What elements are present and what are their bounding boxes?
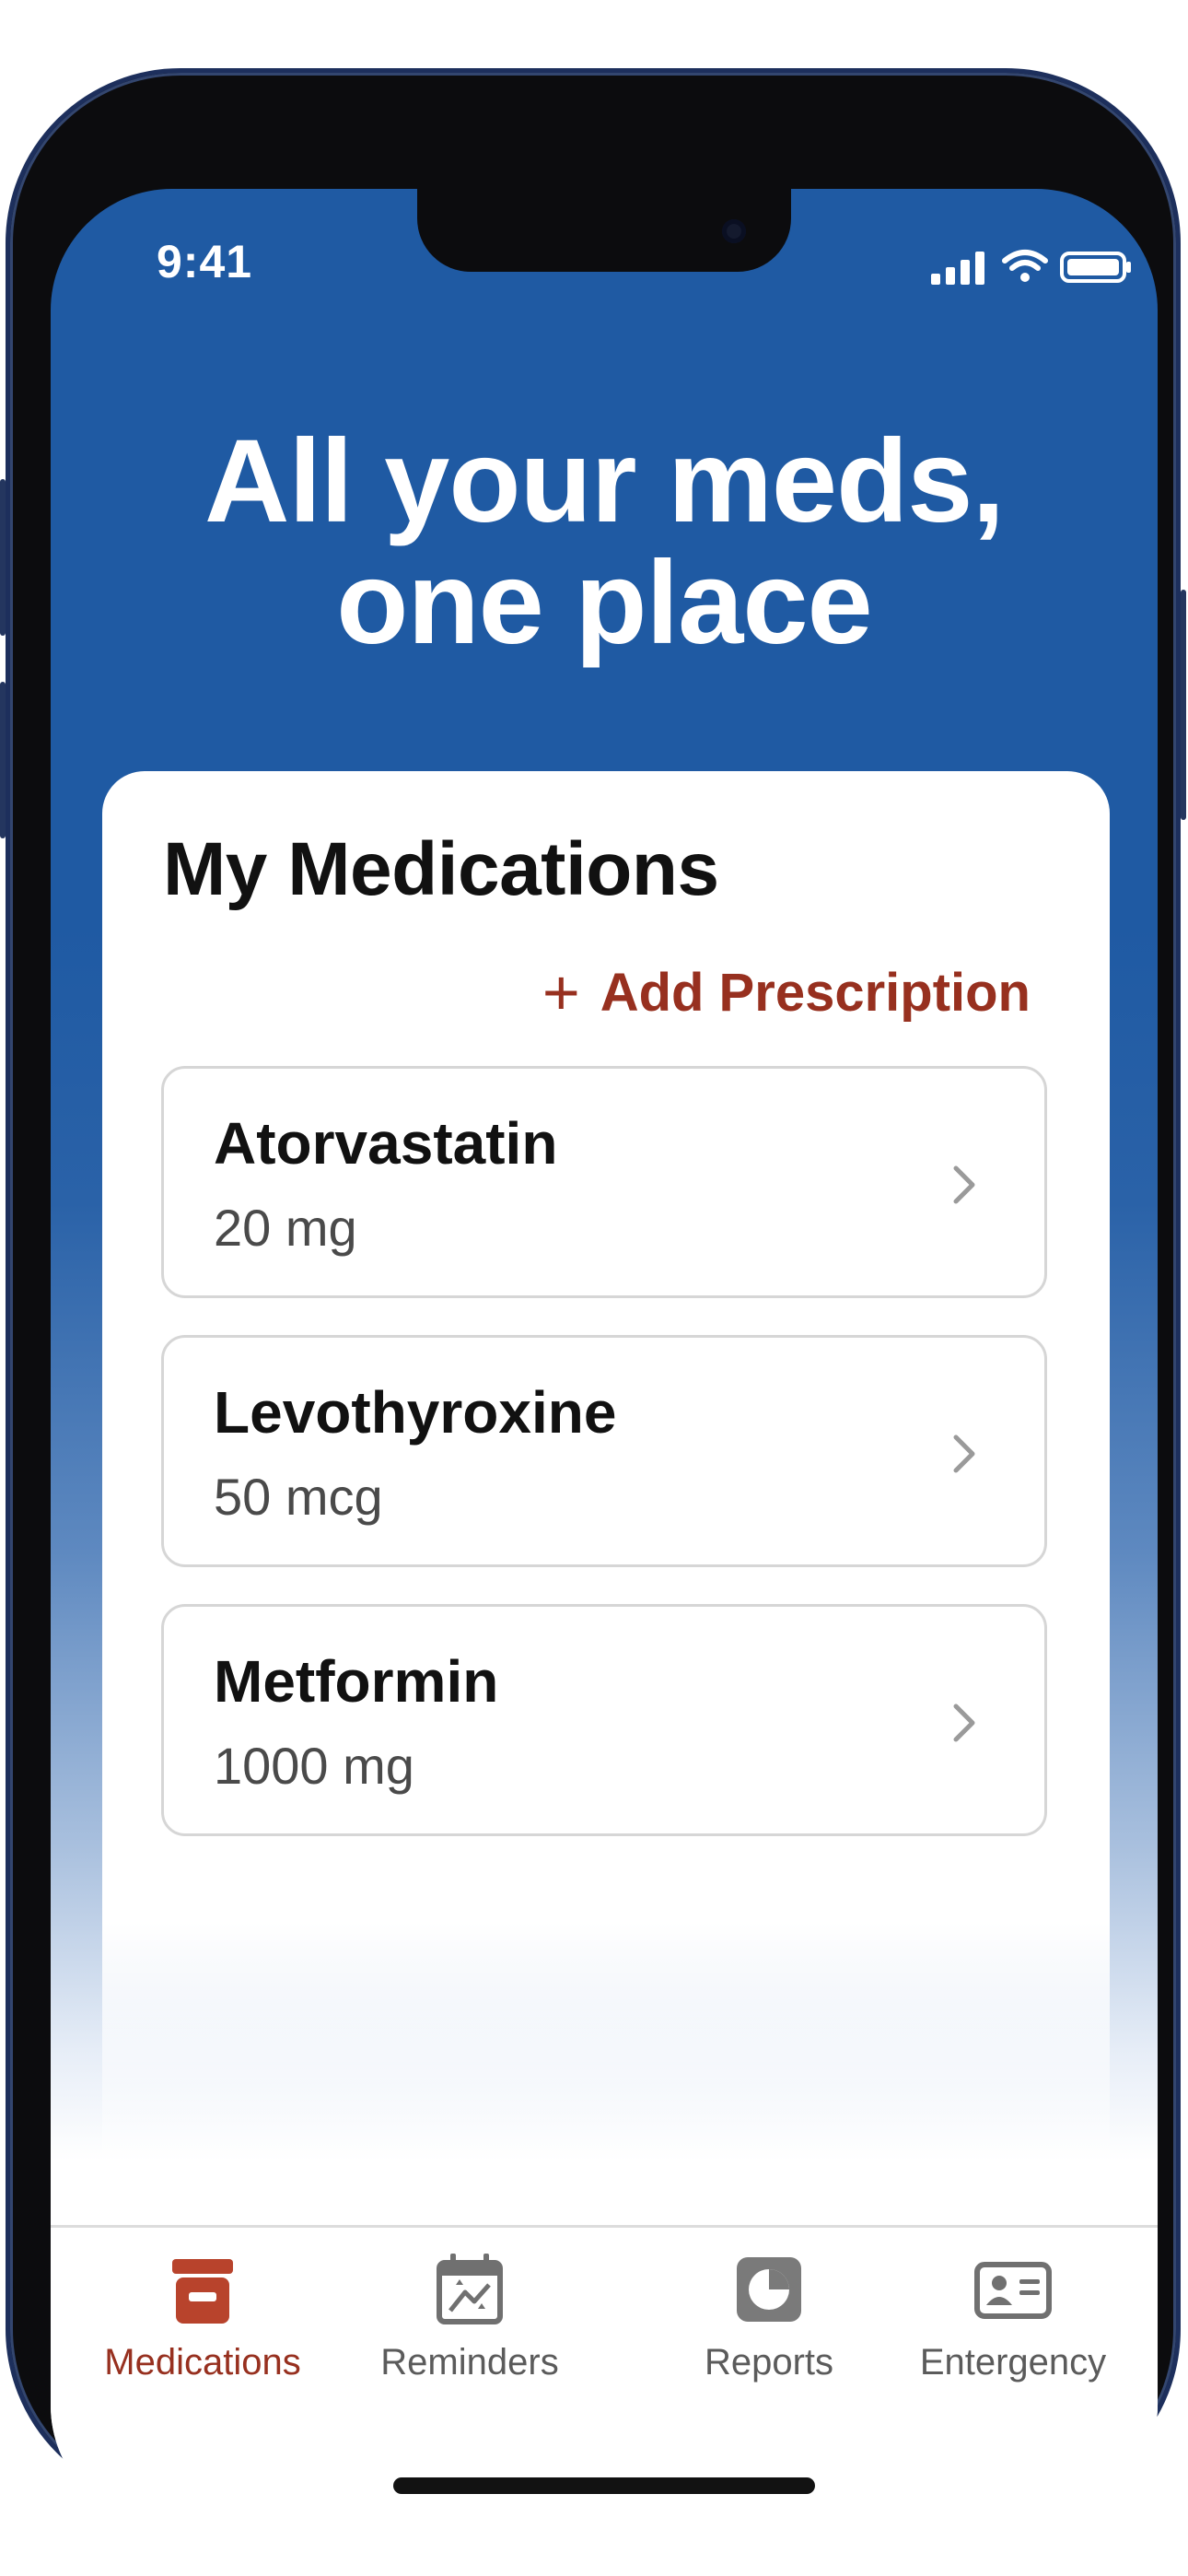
app-screen: 9:41 All your meds, one place My Medicat… xyxy=(51,189,1158,2527)
chevron-right-icon xyxy=(953,1704,975,1742)
hero-headline-line2: one place xyxy=(336,537,872,669)
medication-dose: 1000 mg xyxy=(214,1737,414,1795)
calendar-icon xyxy=(437,2254,503,2324)
power-button xyxy=(1181,590,1186,820)
id-card-icon xyxy=(974,2262,1052,2319)
notch xyxy=(417,189,791,272)
add-prescription-label: Add Prescription xyxy=(600,962,1031,1023)
cellular-signal-icon xyxy=(931,252,984,285)
hero-headline-line1: All your meds, xyxy=(204,416,1005,547)
chevron-right-icon xyxy=(953,1434,975,1473)
tab-reports[interactable]: Reports xyxy=(677,2248,861,2386)
chevron-right-icon xyxy=(953,1165,975,1204)
phone-frame: 9:41 All your meds, one place My Medicat… xyxy=(6,68,1181,2527)
status-icons xyxy=(889,244,1131,290)
medication-item-atorvastatin[interactable]: Atorvastatin 20 mg xyxy=(161,1066,1047,1298)
hero-headline: All your meds, one place xyxy=(51,421,1158,664)
tab-entergency[interactable]: Entergency xyxy=(907,2248,1119,2386)
medication-list: Atorvastatin 20 mg Levothyroxine 50 mcg xyxy=(161,1066,1047,1873)
add-prescription-button[interactable]: + Add Prescription xyxy=(542,955,1031,1029)
medications-card: My Medications + Add Prescription Atorva… xyxy=(102,771,1110,2245)
tab-reminders[interactable]: Reminders xyxy=(364,2248,576,2386)
tab-reminders-label: Reminders xyxy=(380,2342,559,2383)
tab-medications-label: Medications xyxy=(104,2342,301,2383)
home-indicator[interactable] xyxy=(393,2477,815,2494)
card-title: My Medications xyxy=(163,827,719,911)
pie-chart-icon xyxy=(737,2257,801,2322)
medication-item-metformin[interactable]: Metformin 1000 mg xyxy=(161,1604,1047,1836)
medication-dose: 20 mg xyxy=(214,1199,357,1257)
medication-dose: 50 mcg xyxy=(214,1468,383,1526)
tab-reports-label: Reports xyxy=(704,2342,834,2383)
page-canvas: 9:41 All your meds, one place My Medicat… xyxy=(0,0,1188,2576)
pill-bottle-icon xyxy=(172,2259,233,2324)
tab-entergency-label: Entergency xyxy=(919,2342,1107,2383)
front-camera xyxy=(722,219,746,243)
medication-name: Levothyroxine xyxy=(214,1379,617,1446)
tab-bar: Medications Reminders Reports Entergency xyxy=(51,2225,1158,2458)
battery-icon xyxy=(1060,252,1131,283)
wifi-icon xyxy=(1002,250,1048,282)
medication-name: Metformin xyxy=(214,1648,499,1715)
tab-medications[interactable]: Medications xyxy=(87,2248,318,2386)
plus-icon: + xyxy=(542,956,580,1028)
medication-name: Atorvastatin xyxy=(214,1110,558,1177)
medication-item-levothyroxine[interactable]: Levothyroxine 50 mcg xyxy=(161,1335,1047,1567)
status-time: 9:41 xyxy=(157,236,253,287)
